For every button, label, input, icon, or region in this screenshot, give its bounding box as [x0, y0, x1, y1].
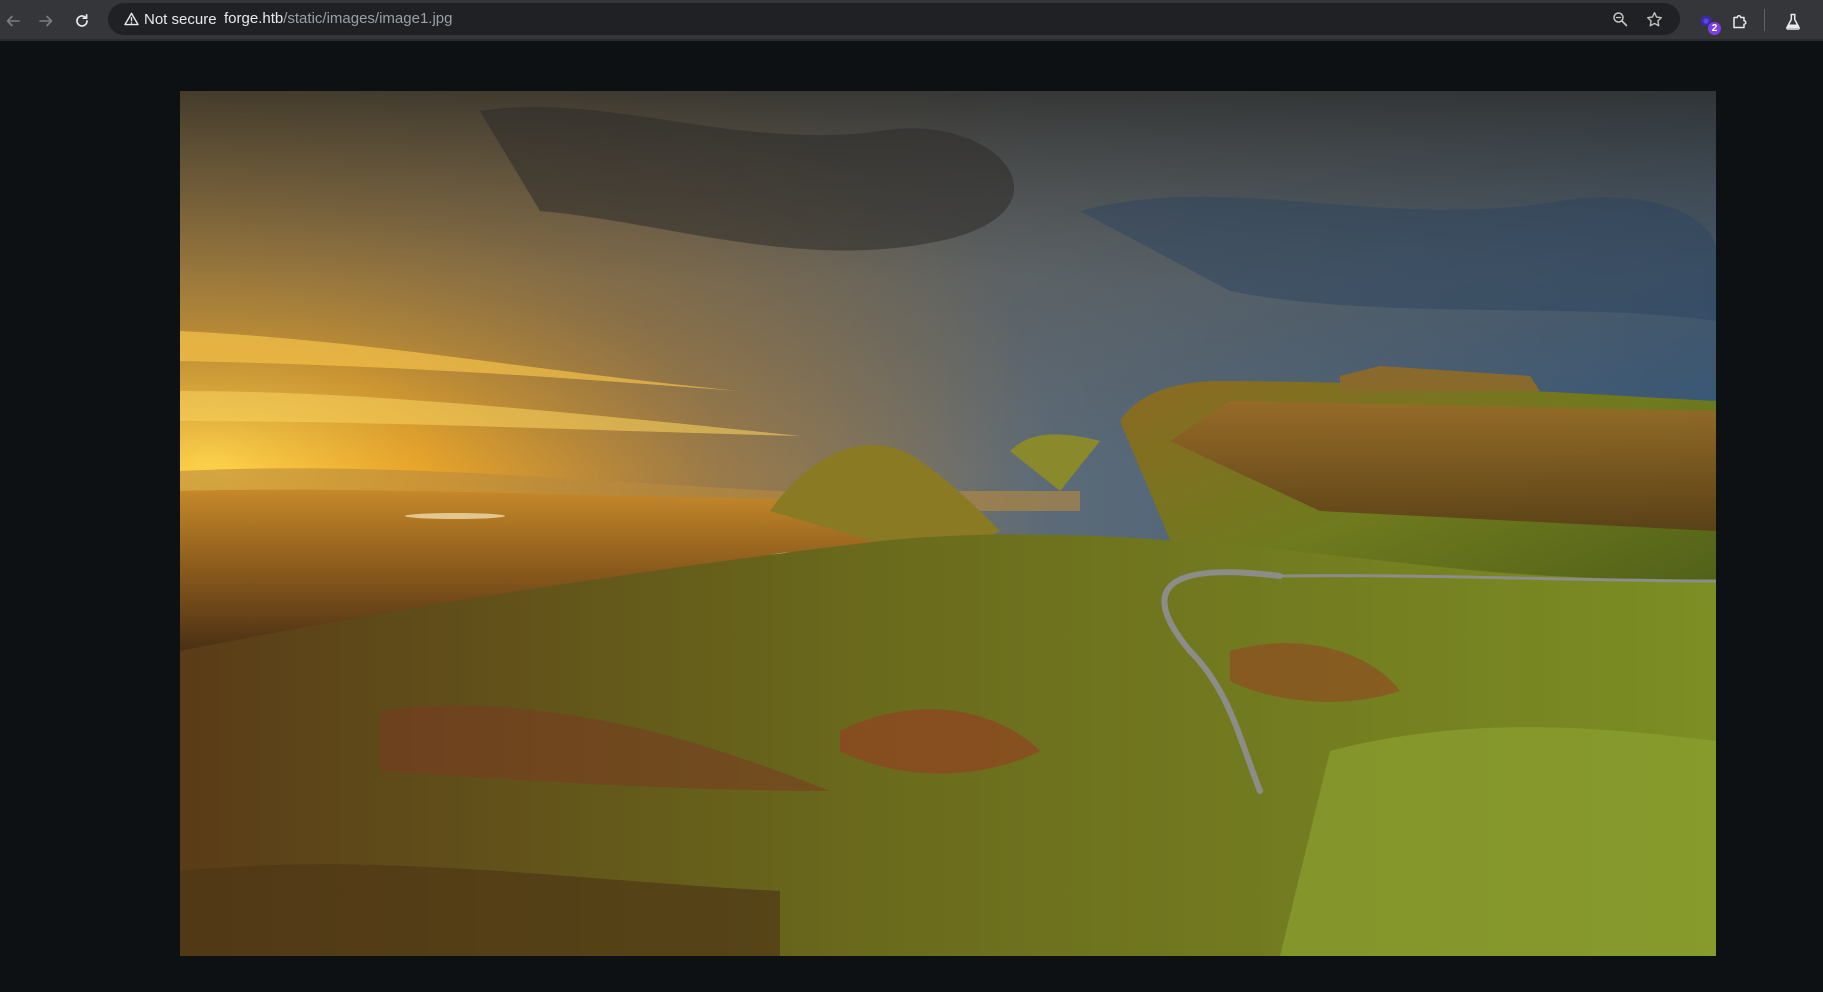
landscape-photo	[180, 91, 1716, 956]
url-host: forge.htb	[224, 10, 284, 27]
landscape-image[interactable]	[180, 91, 1716, 956]
zoom-icon	[1613, 12, 1628, 27]
back-button[interactable]	[0, 8, 26, 34]
puzzle-icon	[1733, 14, 1747, 29]
bookmark-button[interactable]	[1644, 9, 1664, 29]
arrow-right-icon	[39, 15, 53, 27]
browser-toolbar: Not secure forge.htb/static/images/image…	[0, 0, 1823, 41]
address-bar[interactable]: Not secure forge.htb/static/images/image…	[108, 3, 1680, 35]
star-icon	[1646, 11, 1662, 26]
image-viewer	[0, 41, 1823, 992]
extension-button[interactable]: 2	[1693, 8, 1721, 35]
security-label: Not secure	[144, 10, 217, 28]
toolbar-divider	[1764, 9, 1765, 31]
url-text[interactable]: forge.htb/static/images/image1.jpg	[224, 10, 452, 27]
security-indicator[interactable]: Not secure	[116, 7, 225, 31]
forward-button[interactable]	[33, 8, 59, 34]
flask-icon	[1786, 13, 1800, 30]
extension-badge: 2	[1708, 22, 1721, 35]
reload-icon	[76, 13, 88, 27]
url-path: /static/images/image1.jpg	[283, 10, 453, 27]
warning-triangle-icon	[124, 12, 139, 26]
arrow-left-icon	[6, 15, 20, 27]
reload-button[interactable]	[69, 8, 95, 34]
extensions-menu-button[interactable]	[1727, 8, 1753, 34]
labs-button[interactable]	[1780, 8, 1806, 34]
zoom-button[interactable]	[1610, 9, 1630, 29]
